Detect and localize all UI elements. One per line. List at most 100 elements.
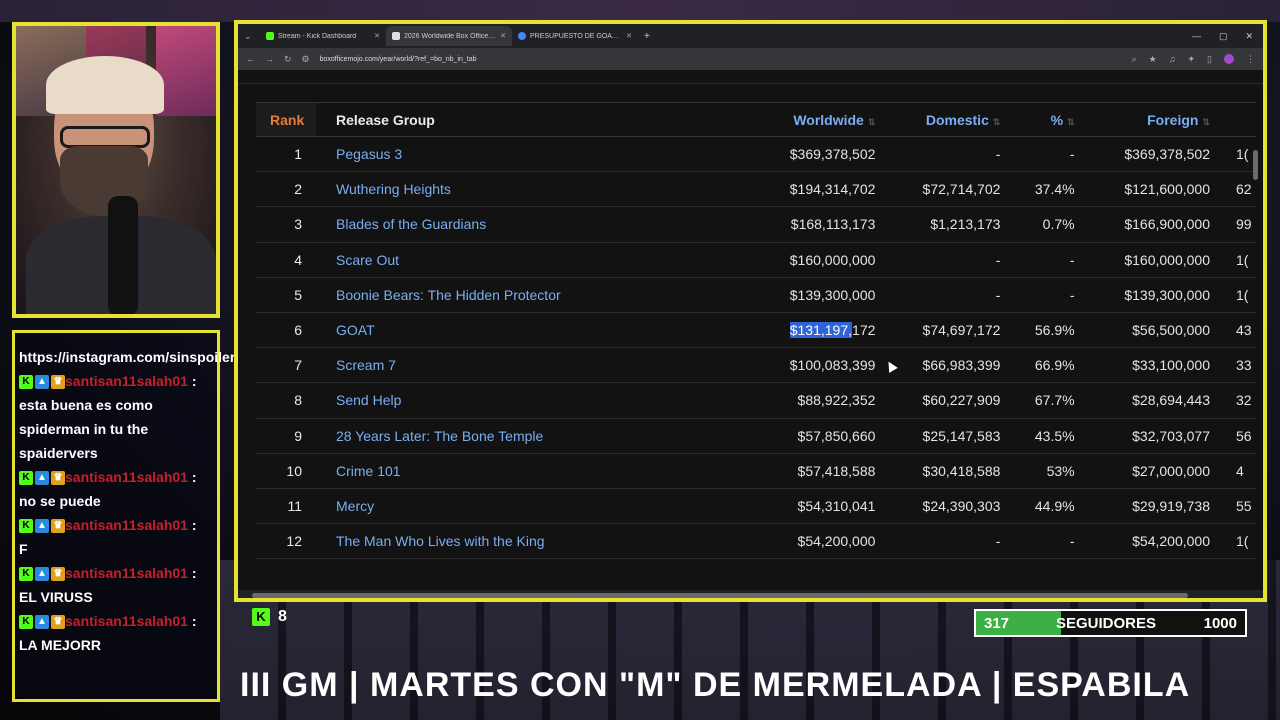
truncated-cell: 32 [1226, 382, 1256, 419]
release-group-cell: Pegasus 3 [316, 136, 756, 173]
site-info-icon[interactable]: ⚙ [302, 54, 310, 65]
worldwide-cell: $139,300,000 [756, 277, 892, 313]
release-group-link[interactable]: Boonie Bears: The Hidden Protector [336, 287, 561, 303]
tab-title: 2026 Worldwide Box Office - B [404, 32, 497, 40]
subscriber-badge-icon: ▲ [35, 519, 49, 534]
chat-username[interactable]: santisan11salah01 [65, 373, 188, 389]
foreign-cell: $160,000,000 [1090, 242, 1226, 278]
subscriber-badge-icon: ▲ [35, 471, 49, 486]
maximize-icon[interactable]: ▢ [1219, 31, 1228, 42]
worldwide-cell: $57,418,588 [756, 453, 892, 489]
release-group-column-header[interactable]: Release Group [316, 102, 756, 137]
truncated-cell: 62 [1226, 171, 1256, 208]
release-group-cell: Boonie Bears: The Hidden Protector [316, 277, 756, 313]
release-group-link[interactable]: 28 Years Later: The Bone Temple [336, 428, 543, 444]
subscriber-badge-icon: ▲ [35, 615, 49, 630]
chat-separator: : [187, 469, 197, 485]
domestic-cell: $74,697,172 [891, 312, 1017, 349]
release-group-link[interactable]: Send Help [336, 392, 401, 408]
chat-text: https://instagram.com/sinspoilertv [19, 349, 248, 365]
menu-icon[interactable]: ⋮ [1246, 54, 1255, 65]
chat-username[interactable]: santisan11salah01 [65, 517, 188, 533]
chat-username[interactable]: santisan11salah01 [65, 613, 188, 629]
bookmark-star-icon[interactable]: ★ [1149, 54, 1157, 65]
media-icon[interactable]: ♫ [1169, 54, 1176, 64]
profile-avatar[interactable] [1224, 54, 1234, 64]
follower-goal-bar: 317 SEGUIDORES 1000 [974, 609, 1247, 637]
rank-column-header[interactable]: Rank [256, 102, 316, 137]
chat-message: K ▲ ♛ santisan11salah01 : no se puede [19, 465, 213, 513]
crown-badge-icon: ♛ [51, 519, 65, 534]
truncated-cell: 1( [1226, 136, 1256, 173]
boxoffice-favicon-icon [392, 32, 400, 40]
release-group-link[interactable]: GOAT [336, 322, 375, 338]
table-header-row: Rank Release Group Worldwide ⇅ Domestic ⇅ … [256, 102, 1256, 137]
table-row: 7 Scream 7 $100,083,399 $66,983,399 66.9% $33… [256, 347, 1256, 384]
rank-cell: 3 [256, 206, 316, 243]
foreign-cell: $33,100,000 [1090, 347, 1226, 384]
table-row: 9 28 Years Later: The Bone Temple $57,850,… [256, 418, 1256, 454]
tab-kick-dashboard[interactable]: Stream - Kick Dashboard ✕ [260, 26, 386, 46]
minimize-icon[interactable]: — [1192, 31, 1201, 42]
percent-cell: - [1016, 242, 1091, 278]
microphone [108, 196, 138, 314]
close-tab-icon[interactable]: ✕ [626, 32, 632, 40]
url-field[interactable]: boxofficemojo.com/year/world/?ref_=bo_nb… [320, 56, 1122, 63]
forward-icon[interactable]: → [265, 54, 274, 64]
tab-search-icon[interactable]: ⌄ [244, 31, 260, 42]
address-bar-row: ← → ↻ ⚙ boxofficemojo.com/year/world/?re… [238, 48, 1263, 70]
tab-google-search[interactable]: PRESUPUESTO DE GOAT - Busq ✕ [512, 26, 638, 46]
chat-username[interactable]: santisan11salah01 [65, 469, 188, 485]
release-group-link[interactable]: Crime 101 [336, 463, 401, 479]
viewer-count: K 8 [252, 608, 287, 626]
reload-icon[interactable]: ↻ [284, 54, 292, 65]
release-group-link[interactable]: Mercy [336, 498, 374, 514]
follower-goal: 1000 [1203, 614, 1237, 632]
release-group-link[interactable]: Wuthering Heights [336, 181, 451, 197]
sort-icon: ⇅ [992, 116, 1001, 127]
domestic-cell: $60,227,909 [891, 382, 1017, 419]
new-tab-button[interactable]: + [644, 31, 650, 42]
release-group-cell: 28 Years Later: The Bone Temple [316, 418, 756, 454]
vertical-scrollbar[interactable] [1253, 150, 1259, 590]
table-row: 10 Crime 101 $57,418,588 $30,418,588 53% $27,… [256, 453, 1256, 489]
table-row: 12 The Man Who Lives with the King $54,200… [256, 523, 1256, 560]
zoom-icon[interactable]: ⌕ [1132, 54, 1137, 65]
worldwide-cell: $54,310,041 [756, 488, 892, 525]
tab-box-office[interactable]: 2026 Worldwide Box Office - B ✕ [386, 26, 512, 46]
user-badges: K ▲ ♛ [19, 519, 65, 534]
close-tab-icon[interactable]: ✕ [374, 32, 380, 40]
percent-column-header[interactable]: % ⇅ [1016, 102, 1091, 137]
rank-cell: 5 [256, 277, 316, 313]
kick-badge-icon: K [19, 567, 33, 582]
rank-cell: 8 [256, 382, 316, 419]
foreign-cell: $28,694,443 [1090, 382, 1226, 419]
percent-cell: - [1016, 523, 1091, 560]
foreign-column-header[interactable]: Foreign ⇅ [1090, 102, 1226, 137]
release-group-link[interactable]: Scare Out [336, 252, 399, 268]
sidebar-icon[interactable]: ▯ [1207, 54, 1212, 65]
release-group-cell: Mercy [316, 488, 756, 525]
horizontal-scrollbar[interactable] [238, 590, 1263, 598]
release-group-cell: Blades of the Guardians [316, 206, 756, 243]
close-tab-icon[interactable]: ✕ [500, 32, 506, 40]
scrollbar-thumb[interactable] [252, 593, 1188, 598]
rank-cell: 2 [256, 171, 316, 208]
percent-cell: 66.9% [1016, 347, 1091, 384]
release-group-link[interactable]: The Man Who Lives with the King [336, 533, 545, 549]
table-row: 4 Scare Out $160,000,000- - $160,000,000 1( [256, 242, 1256, 278]
release-group-link[interactable]: Pegasus 3 [336, 146, 402, 162]
worldwide-column-header[interactable]: Worldwide ⇅ [756, 102, 892, 137]
worldwide-cell: $168,113,173 [756, 206, 892, 243]
chat-username[interactable]: santisan11salah01 [65, 565, 188, 581]
scrollbar-thumb[interactable] [1253, 150, 1258, 180]
foreign-cell: $121,600,000 [1090, 171, 1226, 208]
domestic-column-header[interactable]: Domestic ⇅ [891, 102, 1017, 137]
back-icon[interactable]: ← [246, 54, 255, 64]
chat-message: https://instagram.com/sinspoilertv [19, 345, 248, 369]
extensions-icon[interactable]: ✦ [1188, 54, 1196, 65]
close-window-icon[interactable]: ✕ [1245, 31, 1253, 42]
release-group-cell: Wuthering Heights [316, 171, 756, 208]
release-group-link[interactable]: Scream 7 [336, 357, 396, 373]
release-group-link[interactable]: Blades of the Guardians [336, 216, 486, 232]
